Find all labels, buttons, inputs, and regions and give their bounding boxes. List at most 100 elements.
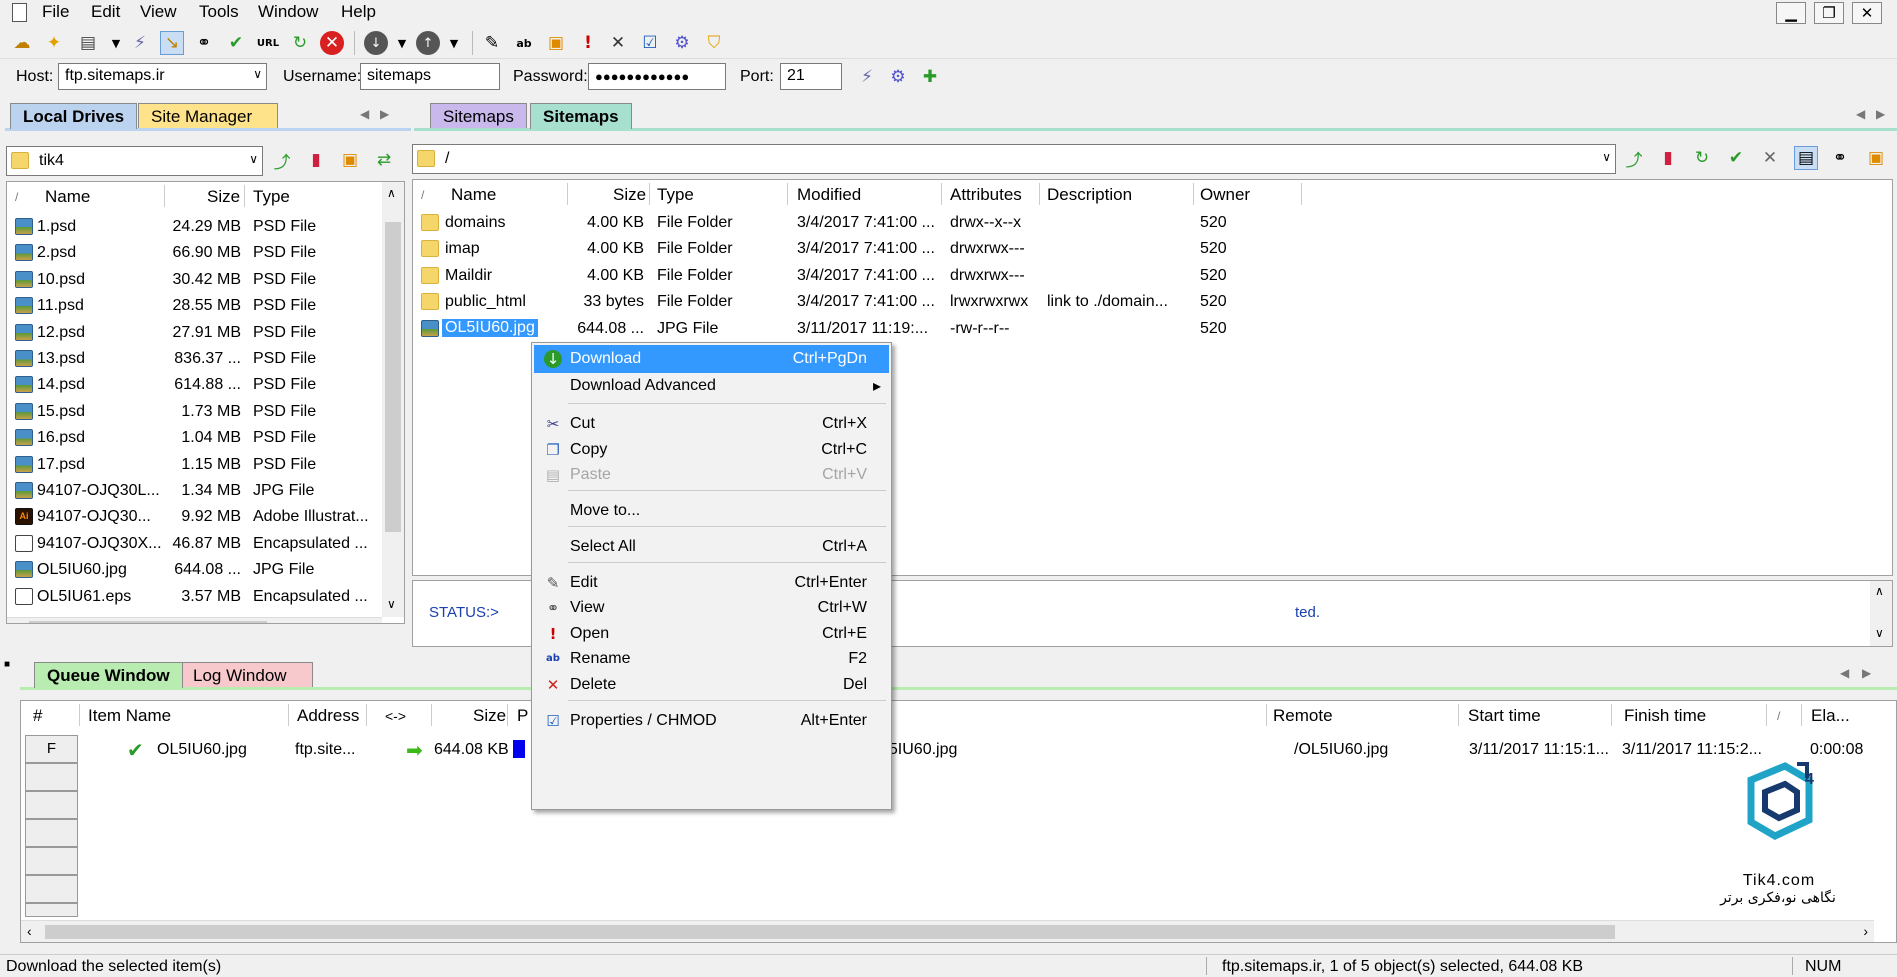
column-header-type[interactable]: Type xyxy=(657,180,694,208)
rename-toolbar-icon[interactable]: ab xyxy=(512,31,536,55)
scroll-thumb[interactable] xyxy=(29,621,267,623)
queue-horizontal-scrollbar[interactable]: ‹ › xyxy=(21,920,1874,942)
add-site-icon[interactable]: ✚ xyxy=(918,65,942,89)
queue-column-direction[interactable]: <-> xyxy=(385,701,406,729)
queue-column-address[interactable]: Address xyxy=(297,701,359,729)
column-header-type[interactable]: Type xyxy=(253,182,290,210)
local-file-row[interactable]: 10.psd 30.42 MB PSD File xyxy=(7,267,381,293)
remote-file-row[interactable]: imap 4.00 KB File Folder 3/4/2017 7:41:00 .… xyxy=(413,236,1891,262)
queue-row-header[interactable] xyxy=(25,875,78,903)
quick-connect-icon[interactable]: ✦ xyxy=(42,31,66,55)
exclamation-icon[interactable]: ! xyxy=(576,31,600,55)
local-file-row[interactable]: 11.psd 28.55 MB PSD File xyxy=(7,293,381,319)
menu-item-edit[interactable]: ✎ Edit Ctrl+Enter xyxy=(534,569,889,597)
close-window-button[interactable]: ✕ xyxy=(1852,2,1882,24)
queue-column-number[interactable]: # xyxy=(33,701,42,729)
column-header-size[interactable]: Size xyxy=(207,182,240,210)
scroll-left-icon[interactable]: ‹ xyxy=(11,619,16,623)
column-header-attributes[interactable]: Attributes xyxy=(950,180,1022,208)
connect-icon[interactable]: ☁ xyxy=(10,31,34,55)
column-header-modified[interactable]: Modified xyxy=(797,180,861,208)
remote-file-row[interactable]: Maildir 4.00 KB File Folder 3/4/2017 7:41:0… xyxy=(413,263,1891,289)
chevron-down-icon[interactable]: ∨ xyxy=(249,152,258,166)
stop-icon[interactable]: ✕ xyxy=(320,31,344,55)
menu-window[interactable]: Window xyxy=(258,2,318,22)
new-folder-icon[interactable]: ▣ xyxy=(338,148,362,172)
menu-item-copy[interactable]: ❐ Copy Ctrl+C xyxy=(534,436,889,464)
menu-edit[interactable]: Edit xyxy=(91,2,120,22)
column-header-description[interactable]: Description xyxy=(1047,180,1132,208)
local-file-list[interactable]: / Name Size Type 1.psd 24.29 MB PSD File 2.… xyxy=(6,181,405,624)
column-header-sort[interactable]: / xyxy=(421,180,424,208)
remote-file-row[interactable]: domains 4.00 KB File Folder 3/4/2017 7:41:0… xyxy=(413,210,1891,236)
edit-file-icon[interactable]: ✎ xyxy=(480,31,504,55)
menu-item-properties-chmod[interactable]: ☑ Properties / CHMOD Alt+Enter xyxy=(534,707,889,735)
binoculars-icon[interactable]: ⚭ xyxy=(192,31,216,55)
binoculars-icon[interactable]: ⚭ xyxy=(1828,146,1852,170)
scroll-right-icon[interactable]: › xyxy=(1863,923,1868,939)
menu-item-rename[interactable]: ab Rename F2 xyxy=(534,645,889,673)
queue-row-header[interactable]: F xyxy=(25,735,78,763)
tab-scroll-left-icon[interactable]: ◀ xyxy=(1856,107,1865,121)
tab-sitemaps-2[interactable]: Sitemaps xyxy=(530,103,632,129)
queue-row-header[interactable] xyxy=(25,903,78,917)
menu-item-move-to[interactable]: Move to... xyxy=(534,497,889,525)
queue-row-header[interactable] xyxy=(25,819,78,847)
minimize-button[interactable]: ▁ xyxy=(1776,2,1806,24)
tab-local-drives[interactable]: Local Drives xyxy=(10,103,138,129)
queue-row-header[interactable] xyxy=(25,763,78,791)
connect-plug-icon[interactable]: ⚡ xyxy=(855,65,879,89)
local-file-row[interactable]: 14.psd 614.88 ... PSD File xyxy=(7,372,381,398)
local-file-row[interactable]: OL5IU61.eps 3.57 MB Encapsulated ... xyxy=(7,584,381,610)
menu-view[interactable]: View xyxy=(140,2,177,22)
filter-icon[interactable]: ✔ xyxy=(224,31,248,55)
queue-column-progress[interactable]: P xyxy=(517,701,528,729)
shield-icon[interactable]: ⛉ xyxy=(702,31,726,55)
column-header-size[interactable]: Size xyxy=(613,180,646,208)
menu-item-download[interactable]: ↓ Download Ctrl+PgDn xyxy=(534,345,889,373)
menu-item-open[interactable]: ! Open Ctrl+E xyxy=(534,620,889,648)
delete-x-icon[interactable]: ✕ xyxy=(606,31,630,55)
remote-file-row[interactable]: OL5IU60.jpg 644.08 ... JPG File 3/11/2017 1… xyxy=(413,316,1891,342)
queue-row-header[interactable] xyxy=(25,791,78,819)
username-input[interactable]: sitemaps xyxy=(360,63,500,90)
tab-log-window[interactable]: Log Window xyxy=(180,662,313,688)
delete-x-icon[interactable]: ✕ xyxy=(1758,146,1782,170)
splitter-dots[interactable]: ■ xyxy=(4,659,10,670)
up-folder-icon[interactable]: ⤴ xyxy=(270,148,294,173)
tab-scroll-left-icon[interactable]: ◀ xyxy=(1840,666,1849,680)
dropdown-arrow-icon[interactable]: ▼ xyxy=(442,31,466,55)
remote-path-combo[interactable]: / ∨ xyxy=(412,144,1616,174)
filter-icon[interactable]: ✔ xyxy=(1724,146,1748,170)
port-input[interactable]: 21 xyxy=(780,63,842,90)
queue-column-size[interactable]: Size xyxy=(473,701,506,729)
menu-item-download-advanced[interactable]: Download Advanced ▸ xyxy=(534,372,889,400)
local-file-row[interactable]: 94107-OJQ30L... 1.34 MB JPG File xyxy=(7,478,381,504)
menu-file[interactable]: File xyxy=(42,2,69,22)
queue-column-elapsed[interactable]: Ela... xyxy=(1811,701,1850,729)
scroll-up-icon[interactable]: ∧ xyxy=(387,186,396,200)
column-header-sort[interactable]: / xyxy=(15,182,18,210)
url-icon[interactable]: URL xyxy=(256,31,280,55)
local-vertical-scrollbar[interactable]: ∧ ∨ xyxy=(382,182,404,617)
scroll-down-icon[interactable]: ∨ xyxy=(387,597,396,611)
tab-queue-window[interactable]: Queue Window xyxy=(34,662,183,688)
local-path-combo[interactable]: tik4 ∨ xyxy=(6,146,263,176)
local-file-row[interactable]: 16.psd 1.04 MB PSD File xyxy=(7,425,381,451)
scroll-right-icon[interactable]: › xyxy=(373,619,378,623)
tab-scroll-right-icon[interactable]: ▶ xyxy=(380,107,389,121)
local-file-row[interactable]: 17.psd 1.15 MB PSD File xyxy=(7,452,381,478)
queue-row[interactable]: ✔ OL5IU60.jpg ftp.site... ➡ 644.08 KB L5… xyxy=(81,737,1896,763)
local-file-row[interactable]: OL5IU60.jpg 644.08 ... JPG File xyxy=(7,557,381,583)
bookmark-icon[interactable]: ▮ xyxy=(1656,146,1680,170)
local-file-row[interactable]: 1.psd 24.29 MB PSD File xyxy=(7,214,381,240)
menu-item-delete[interactable]: ✕ Delete Del xyxy=(534,671,889,699)
tab-sitemaps-1[interactable]: Sitemaps xyxy=(430,103,527,129)
bookmark-icon[interactable]: ▮ xyxy=(304,148,328,172)
queue-list[interactable]: # Item Name Address <-> Size P Remote St… xyxy=(20,700,1897,943)
chevron-down-icon[interactable]: ∨ xyxy=(253,67,262,81)
local-horizontal-scrollbar[interactable]: ‹ › xyxy=(7,617,382,623)
queue-column-start-time[interactable]: Start time xyxy=(1468,701,1541,729)
restore-button[interactable]: ❐ xyxy=(1814,2,1844,24)
column-header-name[interactable]: Name xyxy=(451,180,496,208)
